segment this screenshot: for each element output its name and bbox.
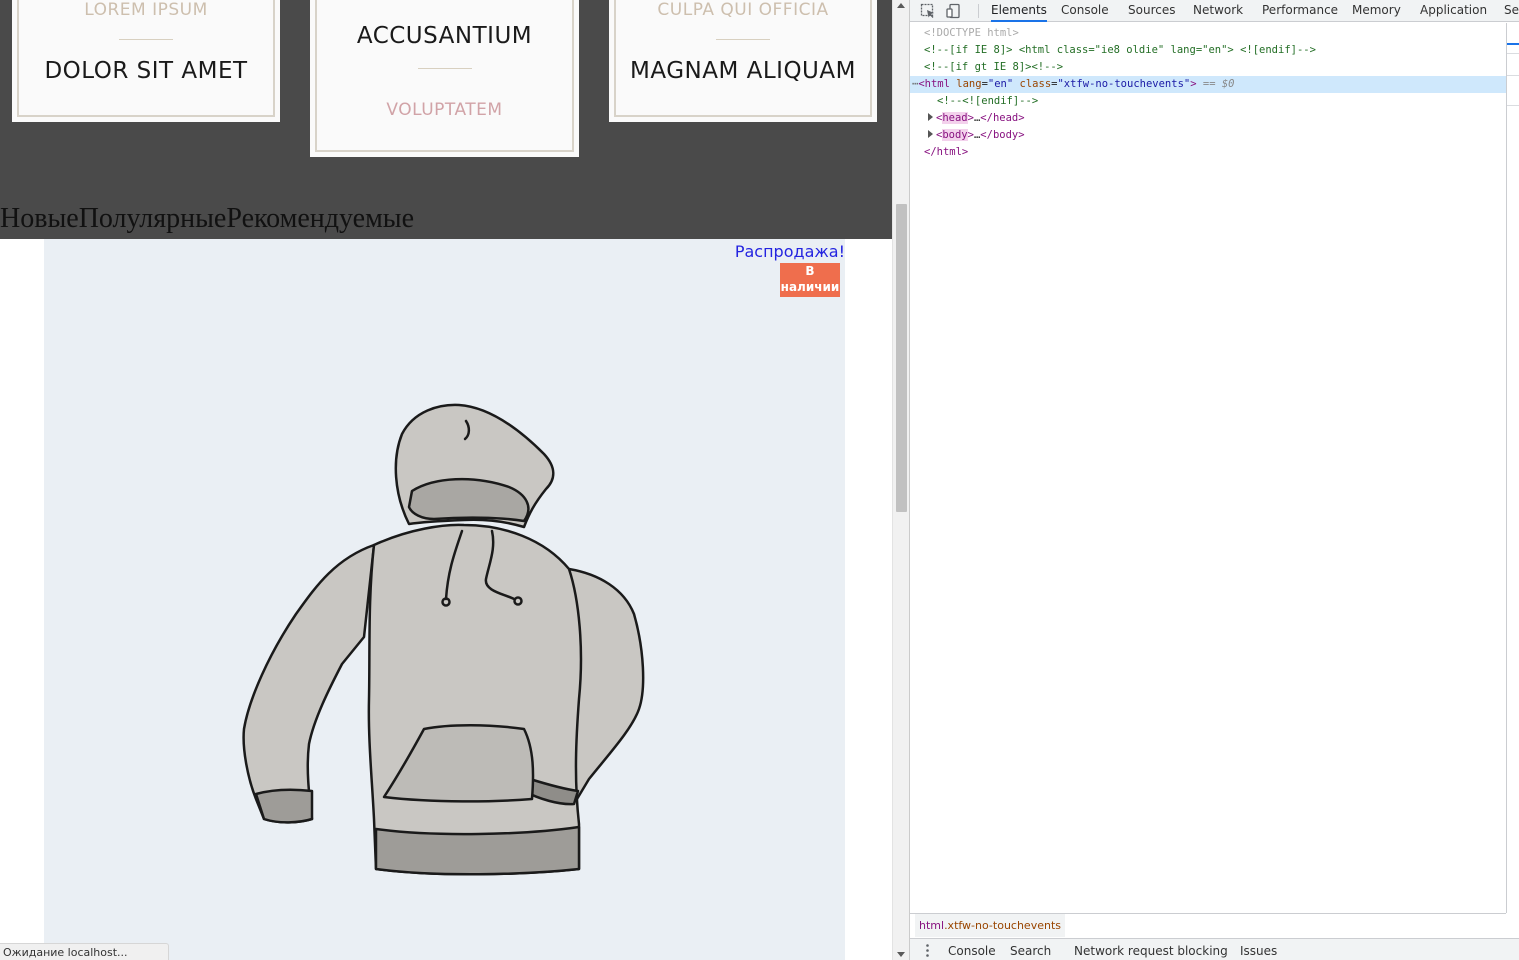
tab-console[interactable]: Console bbox=[1061, 0, 1109, 22]
drawer-tab-search[interactable]: Search bbox=[1010, 939, 1051, 960]
ie8-comment-line[interactable]: <!--[if IE 8]> <html class="ie8 oldie" l… bbox=[924, 42, 1316, 59]
class-attr-value: "xtfw-no-touchevents" bbox=[1057, 78, 1191, 90]
loading-status: Ожидание localhost... bbox=[0, 943, 169, 960]
tab-popular[interactable]: Полулярные bbox=[79, 203, 227, 239]
head-tag-name: head bbox=[942, 112, 968, 124]
styles-tab[interactable] bbox=[1507, 23, 1519, 45]
drawer-tab-issues[interactable]: Issues bbox=[1240, 939, 1277, 960]
doctype-text: <!DOCTYPE html> bbox=[924, 27, 1019, 39]
toolbar-separator bbox=[978, 4, 979, 18]
body-node[interactable]: <body>…</body> bbox=[928, 127, 1025, 144]
html-close-line[interactable]: </html> bbox=[924, 144, 968, 161]
filter-divider bbox=[1507, 53, 1519, 54]
feature-card-2[interactable]: Accusantium Voluptatem bbox=[310, 0, 579, 157]
card-3-top-text: Culpa qui officia bbox=[657, 0, 829, 20]
body-close-name: body bbox=[992, 129, 1019, 141]
hoodie-illustration-icon[interactable] bbox=[234, 399, 654, 879]
breadcrumb-html[interactable]: html.xtfw-no-touchevents bbox=[915, 914, 1065, 937]
breadcrumb-tag: html bbox=[919, 919, 945, 932]
gt-ie8-comment-line[interactable]: <!--[if gt IE 8]><!--> bbox=[924, 59, 1063, 76]
card-2-top-text: Accusantium bbox=[356, 23, 533, 49]
device-toolbar-icon[interactable] bbox=[946, 3, 962, 19]
lang-attr-name: lang bbox=[956, 78, 982, 90]
elements-tree: <!DOCTYPE html> <!--[if IE 8]> <html cla… bbox=[910, 23, 1506, 913]
lang-attr-value: "en" bbox=[987, 78, 1014, 90]
stock-badge: В наличии bbox=[780, 263, 840, 297]
tab-sources[interactable]: Sources bbox=[1128, 0, 1175, 22]
expand-triangle-icon[interactable] bbox=[928, 113, 933, 121]
card-1-bottom-text: Dolor sit amet bbox=[44, 58, 248, 84]
devtools-drawer: Console Search Network request blocking … bbox=[910, 938, 1519, 960]
styles-side-pane[interactable] bbox=[1506, 23, 1519, 913]
scroll-thumb[interactable] bbox=[896, 204, 907, 512]
page-viewport: Lorem ipsum Dolor sit amet Accusantium V… bbox=[0, 0, 892, 960]
feature-card-3[interactable]: Culpa qui officia Magnam aliquam bbox=[609, 0, 877, 122]
tab-application[interactable]: Application bbox=[1420, 0, 1487, 22]
breadcrumb-class: .xtfw-no-touchevents bbox=[944, 919, 1061, 932]
body-tag-name: body bbox=[942, 129, 968, 141]
drawer-tab-network-request-blocking[interactable]: Network request blocking bbox=[1074, 939, 1228, 960]
card-2-rule bbox=[417, 68, 472, 69]
ie8-comment-text: <!--[if IE 8]> <html class="ie8 oldie" l… bbox=[924, 44, 1316, 56]
hero-section: Lorem ipsum Dolor sit amet Accusantium V… bbox=[0, 0, 892, 239]
feature-card-1[interactable]: Lorem ipsum Dolor sit amet bbox=[12, 0, 280, 122]
doctype-line[interactable]: <!DOCTYPE html> bbox=[924, 25, 1019, 42]
tab-network[interactable]: Network bbox=[1193, 0, 1243, 22]
tab-security[interactable]: Sec bbox=[1504, 0, 1519, 22]
sale-link[interactable]: Распродажа! bbox=[735, 242, 845, 261]
head-node[interactable]: <head>…</head> bbox=[928, 110, 1025, 127]
tab-new[interactable]: Новые bbox=[0, 203, 79, 239]
devtools-panel: Elements Console Sources Network Perform… bbox=[909, 0, 1519, 960]
endif-comment-text: <!--<![endif]--> bbox=[937, 95, 1039, 107]
endif-comment-line[interactable]: <!--<![endif]--> bbox=[937, 93, 1038, 110]
gt-ie8-comment-text: <!--[if gt IE 8]><!--> bbox=[924, 61, 1064, 73]
tab-elements[interactable]: Elements bbox=[991, 0, 1047, 22]
filter-divider bbox=[1507, 75, 1519, 76]
kebab-menu-icon[interactable] bbox=[926, 944, 929, 957]
devtools-toolbar: Elements Console Sources Network Perform… bbox=[910, 0, 1519, 22]
selected-marker: == $0 bbox=[1202, 78, 1235, 90]
card-3-rule bbox=[716, 39, 770, 40]
selected-html-node[interactable]: ⋯<html lang="en" class="xtfw-no-toucheve… bbox=[910, 76, 1506, 93]
card-1-rule bbox=[119, 39, 173, 40]
drawer-tab-console[interactable]: Console bbox=[948, 939, 996, 960]
card-3-bottom-text: Magnam aliquam bbox=[630, 58, 856, 84]
scroll-down-arrow-icon[interactable] bbox=[897, 952, 905, 957]
head-close-name: head bbox=[992, 112, 1019, 124]
html-close-text: </html> bbox=[924, 146, 969, 158]
inspect-element-icon[interactable] bbox=[920, 3, 936, 19]
tab-memory[interactable]: Memory bbox=[1352, 0, 1401, 22]
product-card[interactable]: Распродажа! В наличии bbox=[44, 239, 845, 960]
rule-divider bbox=[1507, 105, 1519, 106]
card-2-bottom-text: Voluptatem bbox=[386, 100, 503, 120]
tab-recommended[interactable]: Рекомендуемые bbox=[226, 203, 414, 239]
expand-triangle-icon[interactable] bbox=[928, 130, 933, 138]
class-attr-name: class bbox=[1019, 78, 1052, 90]
tab-performance[interactable]: Performance bbox=[1262, 0, 1338, 22]
card-1-top-text: Lorem ipsum bbox=[84, 0, 208, 20]
page-scrollbar[interactable] bbox=[892, 0, 909, 960]
html-tag-name: html bbox=[924, 78, 950, 90]
scroll-up-arrow-icon[interactable] bbox=[897, 3, 905, 8]
breadcrumb: html.xtfw-no-touchevents bbox=[910, 913, 1506, 937]
product-tabs: Новые Полулярные Рекомендуемые bbox=[0, 203, 414, 239]
